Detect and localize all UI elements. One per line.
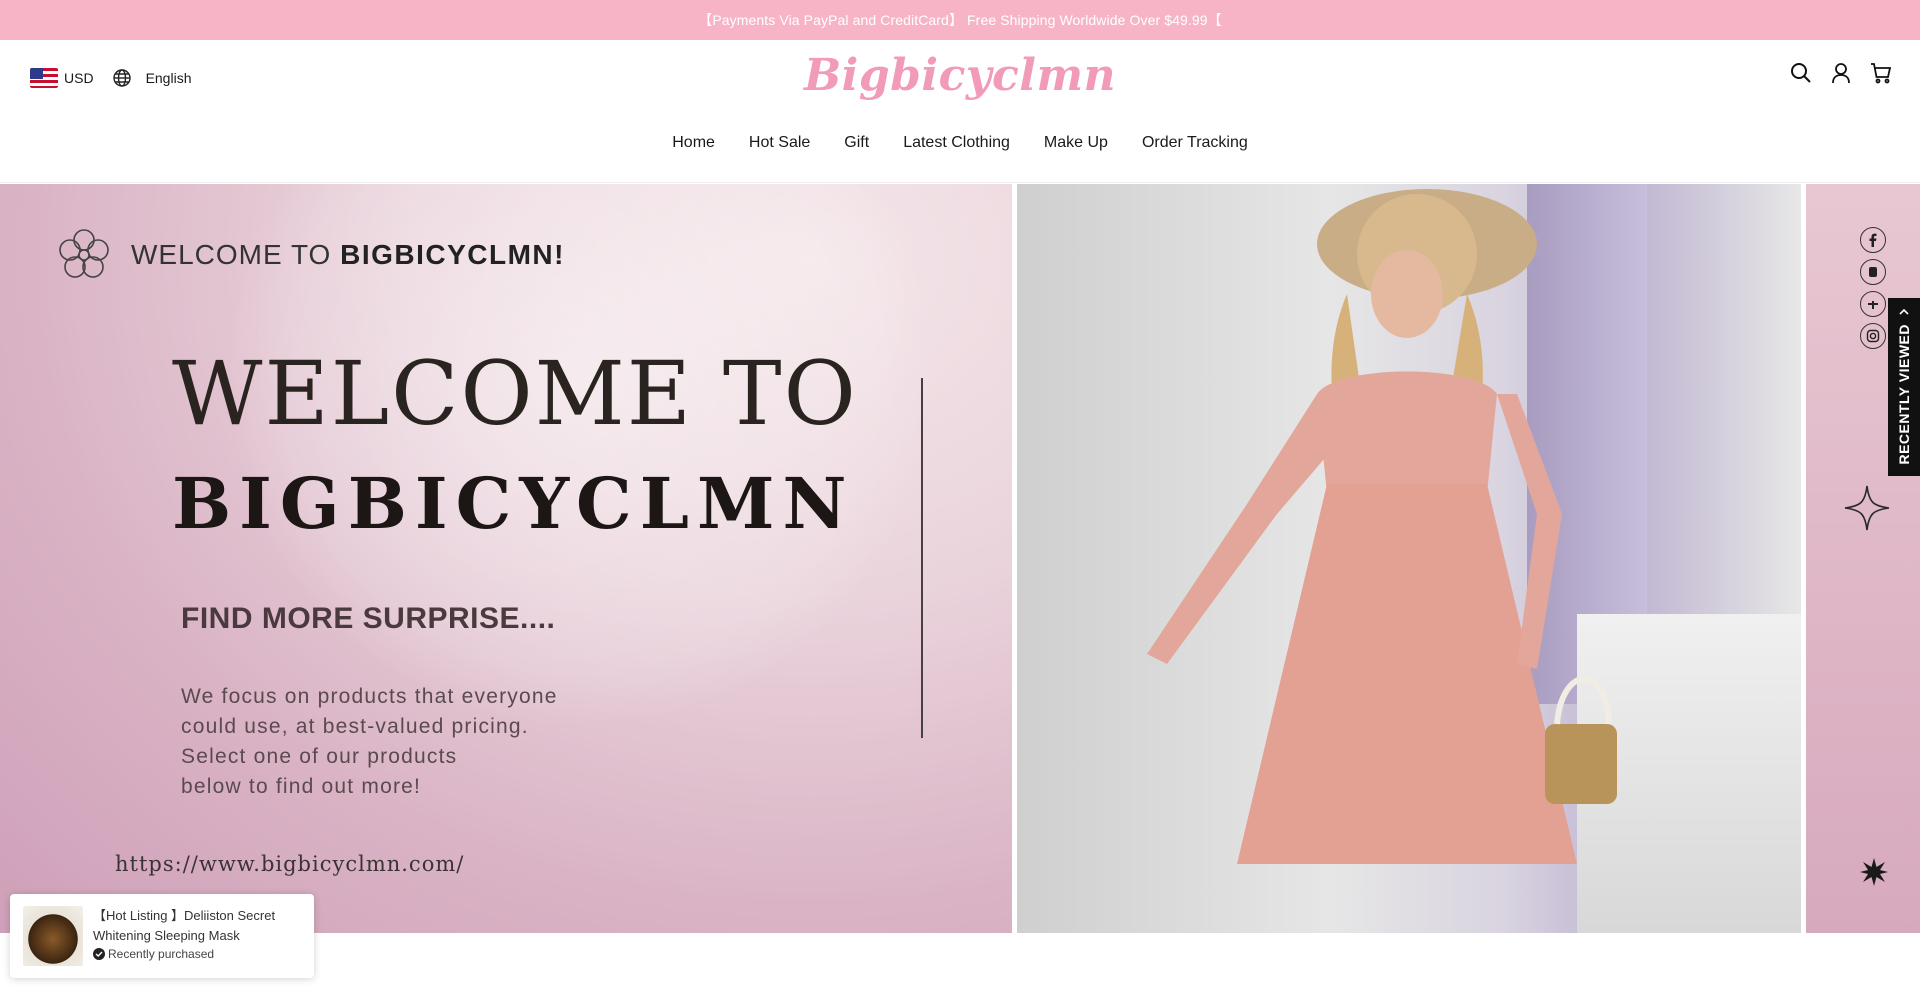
announcement-bar: 【Payments Via PayPal and CreditCard】 Fre… [0,0,1920,40]
recent-purchase-popup[interactable]: 【Hot Listing 】Deliiston Secret Whitening… [10,894,314,978]
social-links [1860,227,1886,349]
product-thumbnail[interactable] [23,906,83,966]
site-url: https://www.bigbicyclmn.com/ [115,852,465,876]
nav-make-up[interactable]: Make Up [1044,134,1108,152]
find-more-heading: FIND MORE SURPRISE.... [181,602,556,635]
welcome-header: WELCOME TO BIGBICYCLMN! [55,226,565,284]
recently-viewed-tab[interactable]: RECENTLY VIEWED [1888,298,1920,476]
site-logo[interactable]: Bigbicyclmn [0,50,1920,101]
account-icon[interactable] [1830,62,1852,84]
nav-gift[interactable]: Gift [844,134,869,152]
facebook-icon[interactable] [1860,227,1886,253]
welcome-headline: WELCOME TO [172,342,858,445]
model-figure [1147,189,1617,864]
main-navigation: Home Hot Sale Gift Latest Clothing Make … [0,134,1920,152]
popup-status-text: Recently purchased [108,947,215,961]
logo-text[interactable]: Bigbicyclmn [804,50,1116,101]
welcome-small-prefix: WELCOME TO [131,239,332,270]
cart-icon[interactable] [1870,62,1892,84]
nav-order-tracking[interactable]: Order Tracking [1142,134,1248,152]
hero-banner[interactable]: WELCOME TO BIGBICYCLMN! WELCOME TO BIGBI… [0,184,1920,933]
nav-hot-sale[interactable]: Hot Sale [749,134,810,152]
model-photo [1017,184,1801,933]
popup-status: Recently purchased [93,947,214,961]
description-line: Select one of our products [181,745,458,768]
hero-text-panel: WELCOME TO BIGBICYCLMN! WELCOME TO BIGBI… [0,184,1012,933]
tiktok-icon[interactable] [1860,259,1886,285]
announcement-text: 【Payments Via PayPal and CreditCard】 Fre… [698,12,1222,28]
description-line: below to find out more! [181,775,422,798]
nav-home[interactable]: Home [672,134,715,152]
hero-description: We focus on products that everyone could… [181,682,558,802]
starburst-icon [1860,858,1888,886]
instagram-icon[interactable] [1860,323,1886,349]
welcome-small-brand: BIGBICYCLMN! [340,239,565,270]
popup-product-title[interactable]: 【Hot Listing 】Deliiston Secret Whitening… [93,906,303,946]
description-line: could use, at best-valued pricing. [181,715,529,738]
header-actions [1790,62,1892,84]
nav-latest-clothing[interactable]: Latest Clothing [903,134,1010,152]
description-line: We focus on products that everyone [181,685,558,708]
recently-viewed-label: RECENTLY VIEWED [1896,324,1912,465]
vertical-divider-line [921,378,923,738]
brand-headline: BIGBICYCLMN [172,462,855,545]
site-header: USD English Bigbicyclmn Home Hot Sale Gi… [0,40,1920,183]
chevron-up-icon [1899,308,1909,315]
flower-icon [59,229,109,278]
search-icon[interactable] [1790,62,1812,84]
check-circle-icon [93,948,105,960]
sparkle-icon [1844,485,1890,531]
pinterest-icon[interactable] [1860,291,1886,317]
